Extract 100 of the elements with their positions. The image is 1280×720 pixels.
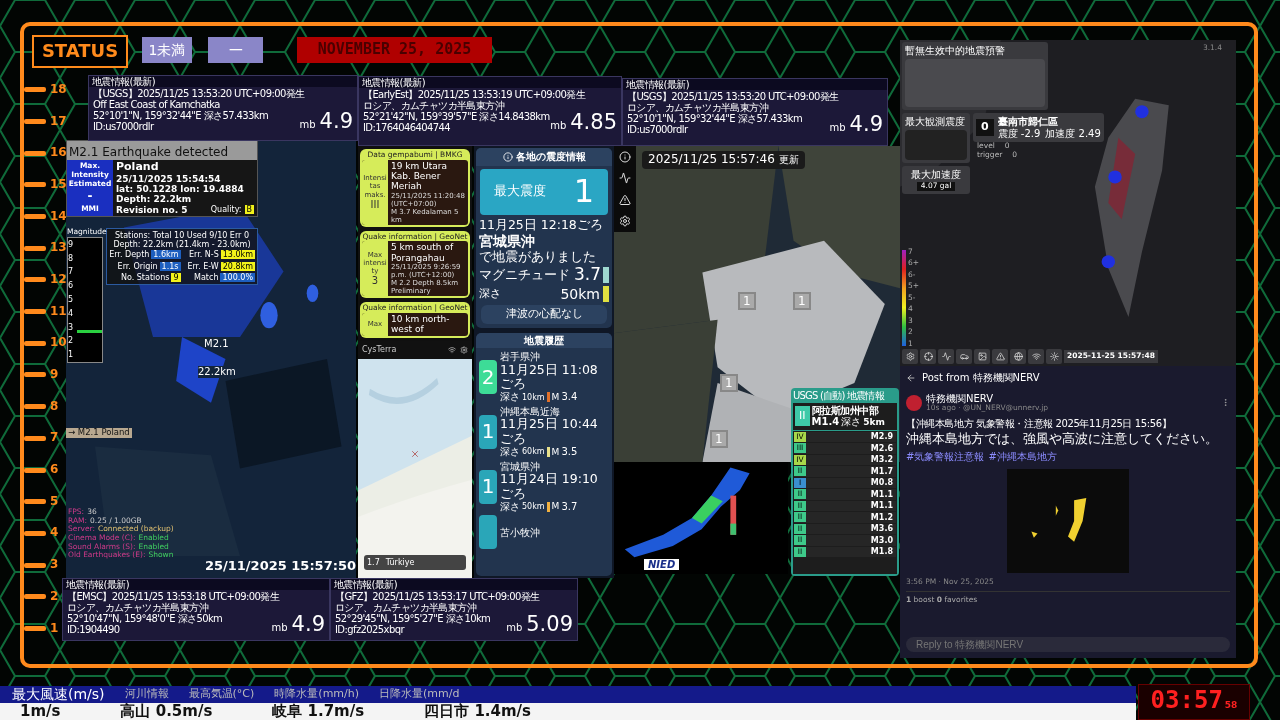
author-name: 特務機関NERV xyxy=(926,392,994,404)
history-place: 沖縄本島近海 xyxy=(500,405,561,418)
scale-tick: 6 xyxy=(68,281,75,291)
ticker-value: 岐阜 1.7m/s xyxy=(272,703,365,720)
depth-label: 深さ xyxy=(500,500,520,513)
back-icon[interactable] xyxy=(906,372,916,383)
stat-value: 1.1s xyxy=(159,261,181,271)
hashtag-link[interactable]: #気象警報注意報 xyxy=(906,449,985,464)
hashtag-link[interactable]: #沖縄本島地方 xyxy=(988,449,1057,464)
card-header: 地震情報(最新) xyxy=(362,77,425,88)
ruler-tick xyxy=(24,118,46,124)
ticker-heading: 日降水量(mm/d xyxy=(379,688,460,701)
cross-icon xyxy=(410,448,420,459)
toolbar-button[interactable] xyxy=(992,349,1008,364)
avatar xyxy=(906,394,922,411)
magnitude-value: 4.9 xyxy=(849,114,883,135)
ruler-number: 13 xyxy=(50,241,67,256)
magnitude-label: M xyxy=(551,501,560,512)
toolbar-button[interactable] xyxy=(1046,349,1062,364)
ruler-number: 14 xyxy=(50,209,67,224)
scale-tick: 5 xyxy=(68,294,75,305)
magnitude-unit: mb xyxy=(506,622,523,634)
coordinates: 52°29'45"N, 159°5'27"E 深さ10km xyxy=(335,613,491,624)
info-line: 25/11/2025 15:54:54 xyxy=(116,173,222,184)
toolbar-button[interactable] xyxy=(902,349,918,364)
stat-label: Err. Depth xyxy=(109,250,150,260)
magnitude-label: M xyxy=(551,446,560,458)
reply-field[interactable]: Reply to 特務機関NERV xyxy=(906,637,1230,652)
toolbar-button[interactable] xyxy=(938,349,954,364)
warning-title: 暫無生效中的地震預警 xyxy=(905,45,1006,57)
sun-icon xyxy=(1049,352,1059,361)
place-name: ロシア、カムチャツカ半島東方沖 xyxy=(363,100,506,111)
source-line: 【GFZ】2025/11/25 13:53:17 UTC+09:00発生 xyxy=(335,591,541,602)
station-intensity: 震度 -2.9 xyxy=(997,127,1041,139)
toolbar-button[interactable] xyxy=(956,349,972,364)
quality-label: Quality: xyxy=(210,205,242,215)
depth-value: 10km xyxy=(522,392,545,402)
toolbar-button[interactable] xyxy=(1010,349,1026,364)
post-title: Post from 特務機関NERV xyxy=(922,372,1040,384)
toolbar-button[interactable] xyxy=(1028,349,1044,364)
ruler-tick xyxy=(24,309,46,315)
ticker-heading: 最高気温(°C) xyxy=(188,688,255,701)
ruler-number: 18 xyxy=(50,82,67,97)
magnitude-value: 4.85 xyxy=(570,112,617,133)
settings-icon[interactable] xyxy=(460,345,468,354)
ticker-value: 四日市 1.4m/s xyxy=(424,703,531,720)
stat-label: Err. N-S xyxy=(188,250,219,260)
magnitude-value: M1.1 xyxy=(870,501,894,511)
gear-icon xyxy=(905,352,915,361)
clock-time: 03:57 xyxy=(1150,687,1223,715)
history-place: 苫小牧沖 xyxy=(500,526,540,539)
intensity-label: - xyxy=(87,190,93,205)
magnitude-value: M0.8 xyxy=(870,478,894,488)
ruler-tick xyxy=(24,404,46,410)
magnitude-value: M1.2 xyxy=(870,512,894,522)
ruler-tick xyxy=(24,340,46,346)
ruler-tick xyxy=(24,594,46,600)
scale-tick: 9 xyxy=(68,239,75,250)
crosshair-icon xyxy=(923,352,933,361)
place-name: ロシア、カムチャツカ半島東方沖 xyxy=(335,602,478,613)
more-icon[interactable] xyxy=(1221,398,1230,408)
coordinates: 52°21'42"N, 159°39'57"E 深さ14.8438km xyxy=(363,111,550,122)
event-id: ID:us7000rdlr xyxy=(93,121,155,132)
scale-tick: 1 xyxy=(68,350,75,360)
feed-title: 5 km south of Porangahau xyxy=(391,242,454,264)
ruler-tick xyxy=(24,530,46,536)
source-line: 【EarlyEst】2025/11/25 13:53:19 UTC+09:00発生 xyxy=(363,89,587,100)
warning-icon xyxy=(995,352,1005,361)
station-value: 0 xyxy=(976,119,994,136)
badge-value: 1 xyxy=(481,420,495,444)
scale-tick: 3 xyxy=(68,322,75,332)
scale-tick: 4 xyxy=(68,308,75,318)
magnitude-value: M1.1 xyxy=(870,489,894,499)
source-line: 【USGS】2025/11/25 13:53:20 UTC+09:00発生 xyxy=(93,88,306,99)
ruler-number: 16 xyxy=(50,146,67,160)
info-line: lat: 50.1228 lon: 19.4884 xyxy=(116,184,245,195)
magnitude-unit: mb xyxy=(271,622,288,634)
ruler-number: 15 xyxy=(50,177,67,192)
toolbar-button[interactable] xyxy=(974,349,990,364)
card-header: 地震情報(最新) xyxy=(626,79,689,90)
ruler-number: 12 xyxy=(50,272,67,287)
ruler-tick xyxy=(24,277,46,283)
quality-grade: B xyxy=(244,205,254,215)
pulse-icon xyxy=(941,352,951,361)
ruler-tick xyxy=(24,562,46,568)
info-line: Depth: 22.2km xyxy=(116,194,193,205)
ticker-heading: 河川情報 xyxy=(124,688,169,701)
image-icon xyxy=(977,352,987,361)
history-place: 岩手県沖 xyxy=(500,351,541,363)
stat-value: 20.8km xyxy=(220,261,255,271)
wifi-icon xyxy=(1031,352,1041,361)
empty-display xyxy=(905,129,967,160)
toolbar-button[interactable] xyxy=(920,349,936,364)
stat-label: Err. Origin xyxy=(117,261,158,271)
info-line: Revision no. 5 xyxy=(116,204,188,215)
stat-value: 1.6km xyxy=(151,250,181,260)
ruler-tick xyxy=(24,372,46,378)
station-accel: 加速度 2.49 xyxy=(1045,127,1101,139)
badge-value: 2 xyxy=(481,365,495,389)
event-time: 11月25日 12:18ごろ xyxy=(479,217,604,232)
